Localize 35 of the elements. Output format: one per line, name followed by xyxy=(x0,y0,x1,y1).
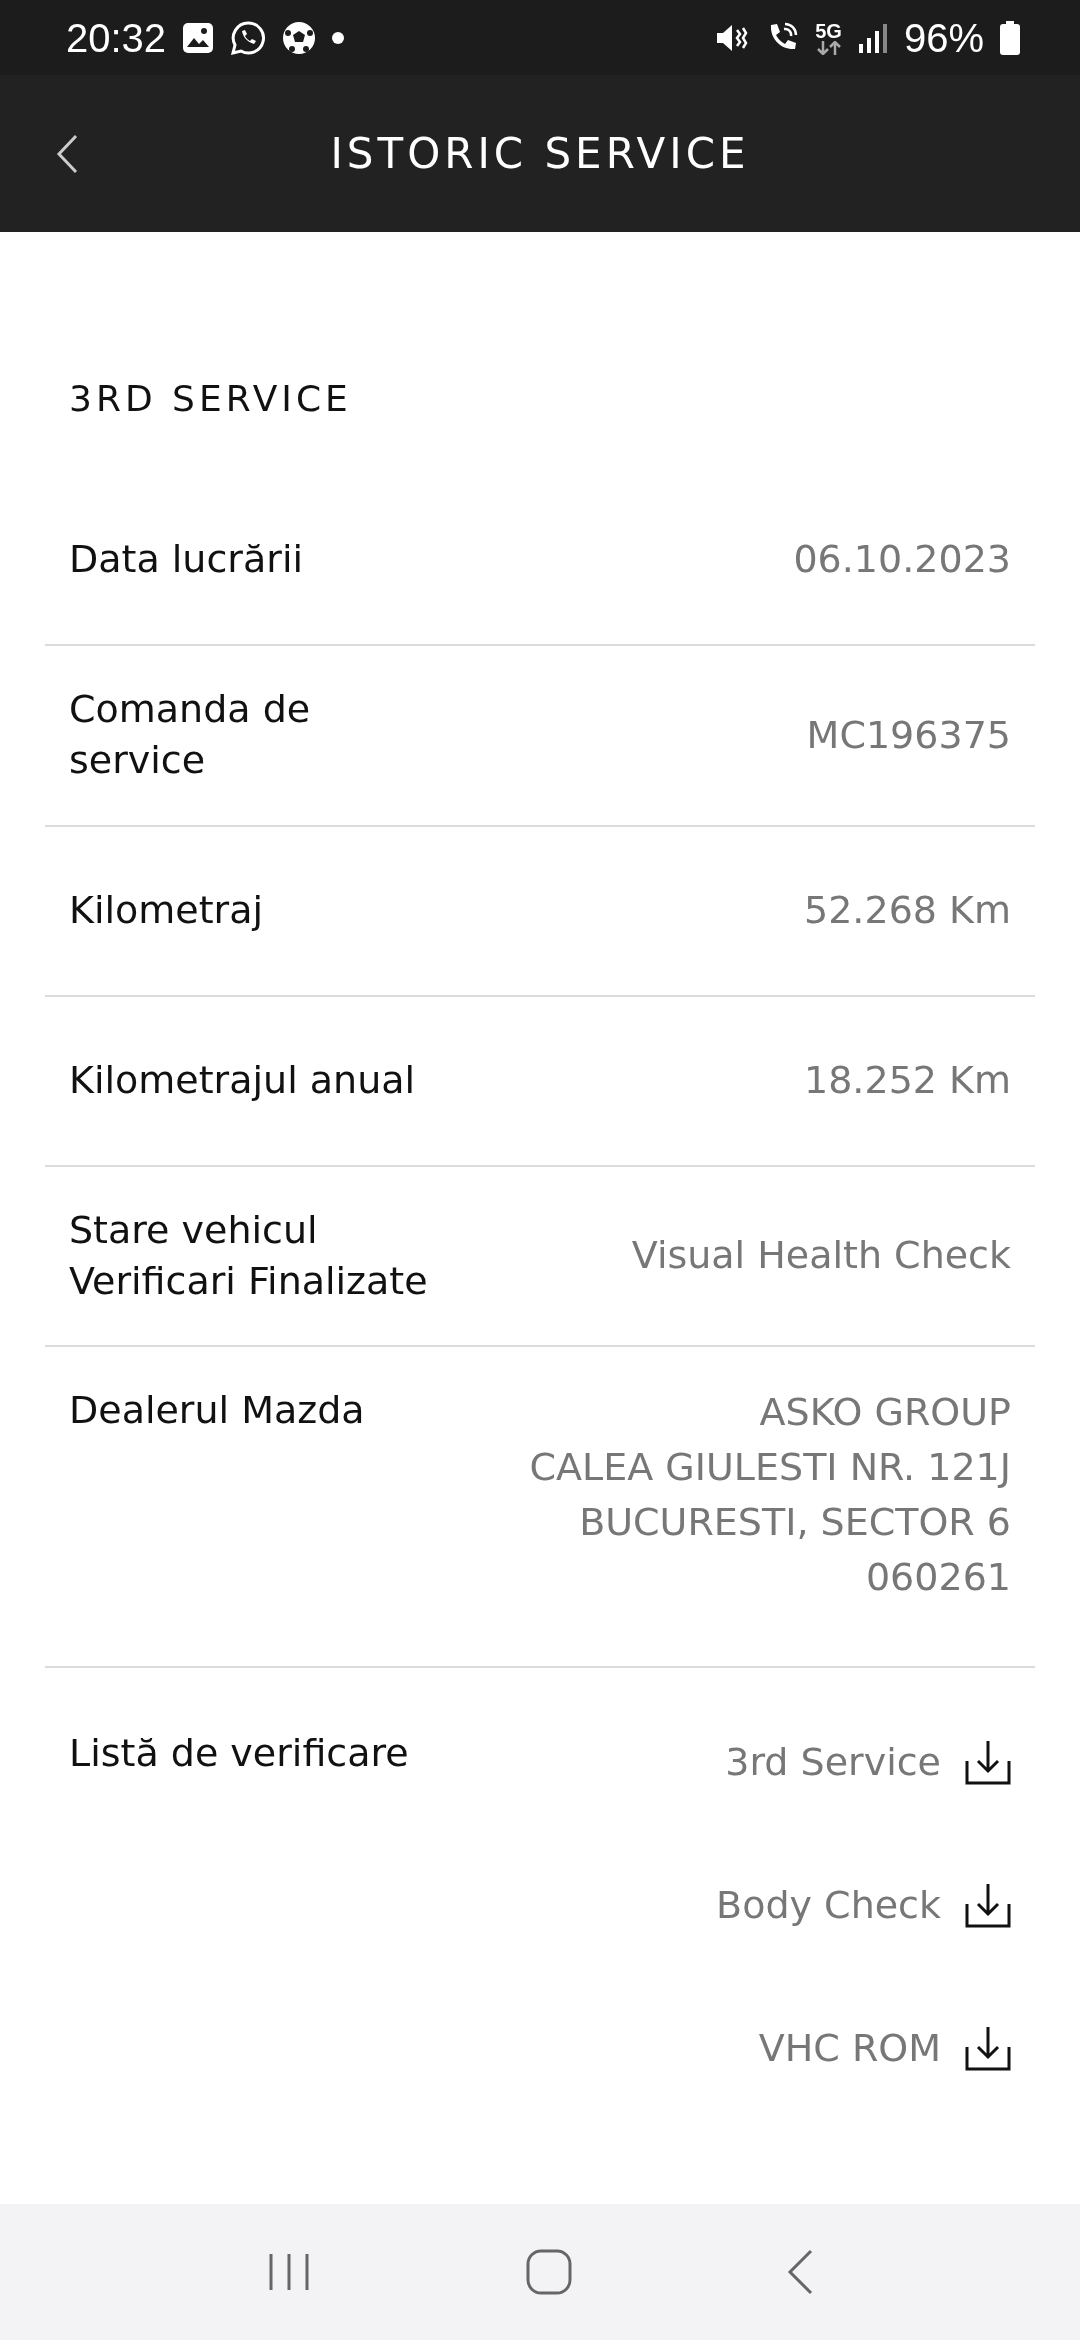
battery-percent: 96% xyxy=(903,14,984,62)
row-label: Kilometrajul anual xyxy=(69,1056,416,1104)
row-value: Visual Health Check xyxy=(631,1232,1011,1280)
signal-icon xyxy=(857,21,888,54)
download-icon[interactable] xyxy=(965,1739,1011,1786)
row-label: Data lucrării xyxy=(69,536,303,584)
soccer-ball-icon xyxy=(282,20,317,55)
page-title: ISTORIC SERVICE xyxy=(330,128,750,180)
row-label: Comanda de service xyxy=(69,686,311,785)
network-type: 5G xyxy=(815,20,842,41)
data-arrows-icon xyxy=(815,40,842,55)
back-nav-button[interactable] xyxy=(786,2249,813,2295)
gallery-icon xyxy=(182,21,215,54)
row-value: MC196375 xyxy=(806,711,1011,759)
recent-apps-button[interactable] xyxy=(267,2252,312,2292)
row-value: 06.10.2023 xyxy=(793,536,1011,584)
download-icon[interactable] xyxy=(965,2025,1011,2072)
home-button[interactable] xyxy=(526,2249,572,2295)
row-value: ASKO GROUP CALEA GIULESTI NR. 121J BUCURESTI, SECTOR 6 060261 xyxy=(529,1389,1011,1602)
row-label: Kilometraj xyxy=(69,886,264,934)
dot-icon xyxy=(332,31,345,44)
row-value: 52.268 Km xyxy=(804,887,1011,935)
document-link[interactable]: 3rd Service xyxy=(725,1733,941,1791)
download-icon[interactable] xyxy=(965,1882,1011,1929)
section-title: 3RD SERVICE xyxy=(68,377,353,421)
chat-icon xyxy=(230,19,267,56)
back-button[interactable] xyxy=(56,133,78,174)
row-value: 18.252 Km xyxy=(804,1057,1011,1105)
row-label: Dealerul Mazda xyxy=(69,1387,365,1435)
row-label: Stare vehicul Verificari Finalizate xyxy=(69,1206,428,1305)
row-label: Listă de verificare xyxy=(69,1729,409,1777)
document-link[interactable]: VHC ROM xyxy=(758,2019,941,2077)
status-time: 20:32 xyxy=(66,14,167,62)
battery-icon xyxy=(1000,20,1020,55)
document-link[interactable]: Body Check xyxy=(716,1876,941,1934)
